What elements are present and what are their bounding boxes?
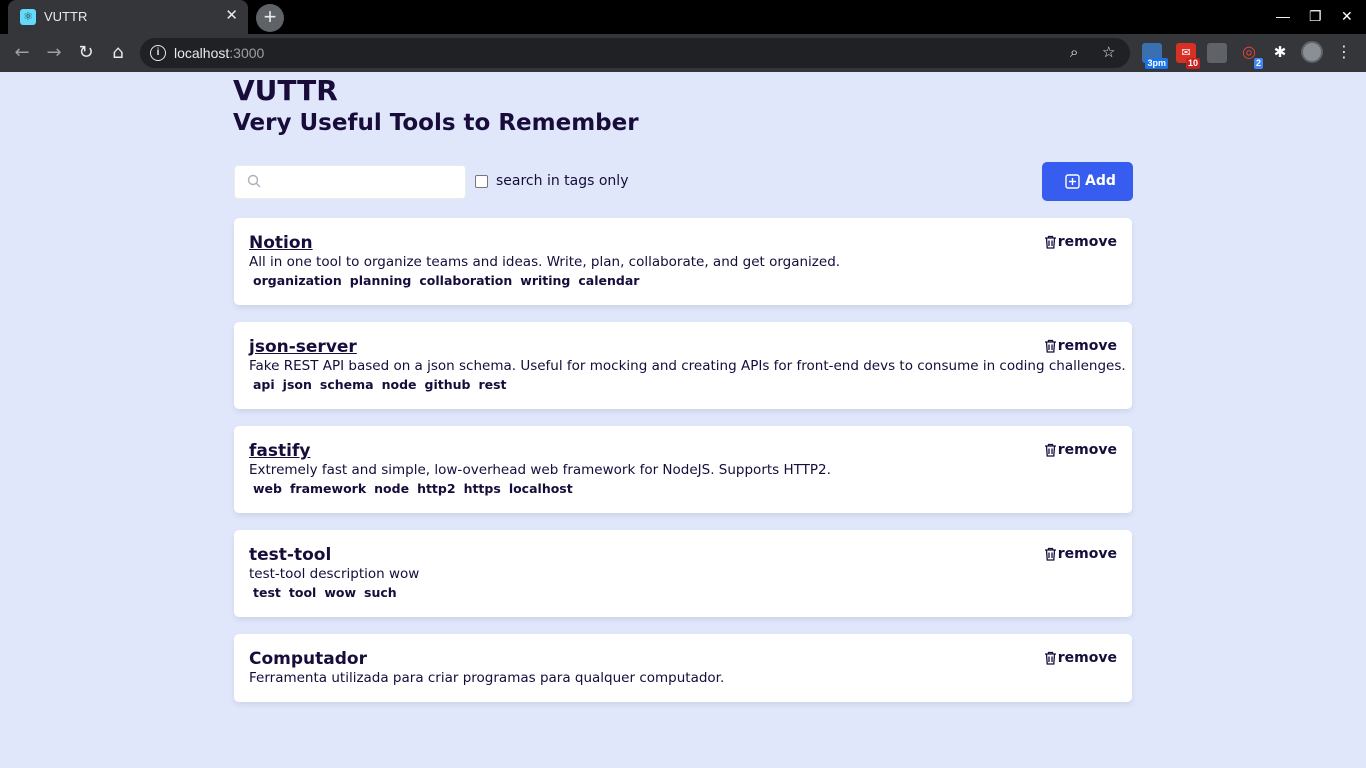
tool-title: Computador: [249, 649, 367, 669]
search-icon: [247, 174, 261, 188]
new-tab-button[interactable]: +: [256, 4, 284, 32]
tool-description: Extremely fast and simple, low-overhead …: [249, 462, 831, 478]
minimize-icon[interactable]: —: [1276, 8, 1290, 24]
restore-icon[interactable]: ❐: [1309, 8, 1322, 25]
puzzle-extensions-icon[interactable]: ✱: [1270, 43, 1290, 63]
remove-label: remove: [1057, 442, 1117, 458]
tool-tag: api: [253, 377, 275, 392]
trash-icon: [1044, 339, 1056, 353]
tool-tag: writing: [520, 273, 571, 288]
tool-tag: http2: [417, 481, 456, 496]
remove-button[interactable]: remove: [1044, 546, 1117, 562]
tool-card: fastify Extremely fast and simple, low-o…: [234, 426, 1132, 513]
trash-icon: [1044, 547, 1056, 561]
tool-tag: test: [253, 585, 281, 600]
trash-icon: [1044, 651, 1056, 665]
remove-button[interactable]: remove: [1044, 338, 1117, 354]
image-extension-icon[interactable]: [1207, 43, 1227, 63]
tool-description: Ferramenta utilizada para criar programa…: [249, 670, 725, 686]
tool-title-link[interactable]: json-server: [249, 337, 357, 357]
tool-tag: schema: [319, 377, 374, 392]
tool-tag: node: [381, 377, 417, 392]
tool-tag: collaboration: [419, 273, 513, 288]
tool-tag: rest: [478, 377, 507, 392]
browser-tab[interactable]: ⚛ VUTTR ✕: [8, 0, 248, 34]
remove-button[interactable]: remove: [1044, 650, 1117, 666]
plus-square-icon: [1065, 174, 1080, 189]
browser-titlebar: ⚛ VUTTR ✕ + — ❐ ✕: [0, 0, 1366, 34]
page-title: VUTTR: [233, 74, 338, 107]
tab-close-icon[interactable]: ✕: [225, 7, 238, 25]
tool-card: json-server Fake REST API based on a jso…: [234, 322, 1132, 409]
add-button-label: Add: [1085, 173, 1116, 189]
remove-label: remove: [1057, 338, 1117, 354]
tool-description: Fake REST API based on a json schema. Us…: [249, 358, 1126, 374]
menu-icon[interactable]: ⋮: [1336, 42, 1352, 61]
tab-title: VUTTR: [44, 9, 88, 24]
trash-icon: [1044, 443, 1056, 457]
browser-toolbar: ← → ↻ ⌂ i localhost:3000 ⌕ ☆ 3pm ✉ 10 ◎ …: [0, 34, 1366, 72]
tool-tags: test tool wow such: [249, 585, 397, 600]
tags-only-checkbox[interactable]: [475, 175, 488, 188]
tool-tag: web: [253, 481, 282, 496]
tool-tag: tool: [288, 585, 317, 600]
tool-tag: such: [364, 585, 397, 600]
zoom-icon[interactable]: ⌕: [1070, 43, 1078, 61]
target-extension-icon[interactable]: ◎ 2: [1239, 43, 1263, 69]
tool-description: All in one tool to organize teams and id…: [249, 254, 841, 270]
home-icon[interactable]: ⌂: [107, 42, 129, 64]
forward-icon[interactable]: →: [43, 42, 65, 64]
remove-label: remove: [1057, 234, 1117, 250]
bookmark-star-icon[interactable]: ☆: [1102, 43, 1115, 61]
page-subtitle: Very Useful Tools to Remember: [233, 110, 639, 136]
tool-tags: api json schema node github rest: [249, 377, 507, 392]
reload-icon[interactable]: ↻: [75, 42, 97, 64]
tool-title-link[interactable]: fastify: [249, 441, 310, 461]
tool-tag: json: [282, 377, 312, 392]
window-close-icon[interactable]: ✕: [1341, 8, 1353, 25]
tool-tag: organization: [253, 273, 342, 288]
remove-button[interactable]: remove: [1044, 234, 1117, 250]
url-text: localhost:3000: [174, 45, 265, 61]
tool-tag: framework: [289, 481, 367, 496]
info-icon[interactable]: i: [150, 45, 166, 61]
tool-card: Notion All in one tool to organize teams…: [234, 218, 1132, 305]
add-tool-button[interactable]: Add: [1042, 162, 1133, 201]
remove-button[interactable]: remove: [1044, 442, 1117, 458]
remove-label: remove: [1057, 546, 1117, 562]
back-icon[interactable]: ←: [11, 42, 33, 64]
address-bar[interactable]: i localhost:3000 ⌕ ☆: [140, 38, 1130, 68]
mail-extension-icon[interactable]: ✉ 10: [1176, 43, 1200, 69]
tool-title: test-tool: [249, 545, 332, 565]
tags-only-label[interactable]: search in tags only: [496, 173, 628, 189]
tool-tag: localhost: [508, 481, 573, 496]
search-field[interactable]: [234, 165, 466, 199]
tool-description: test-tool description wow: [249, 566, 420, 582]
remove-label: remove: [1057, 650, 1117, 666]
weather-extension-icon[interactable]: 3pm: [1142, 43, 1168, 69]
tool-card: Computador Ferramenta utilizada para cri…: [234, 634, 1132, 702]
search-input[interactable]: [271, 172, 457, 194]
tool-title-link[interactable]: Notion: [249, 233, 313, 253]
tool-card: test-tool test-tool description wow test…: [234, 530, 1132, 617]
tool-tag: wow: [324, 585, 356, 600]
tool-tag: github: [424, 377, 471, 392]
trash-icon: [1044, 235, 1056, 249]
tool-tag: https: [463, 481, 501, 496]
tool-tag: node: [374, 481, 410, 496]
tool-tags: web framework node http2 https localhost: [249, 481, 573, 496]
tool-tags: organization planning collaboration writ…: [249, 273, 639, 288]
tool-tag: calendar: [578, 273, 640, 288]
tool-tag: planning: [349, 273, 412, 288]
react-icon: ⚛: [20, 9, 36, 25]
avatar[interactable]: [1301, 41, 1323, 63]
